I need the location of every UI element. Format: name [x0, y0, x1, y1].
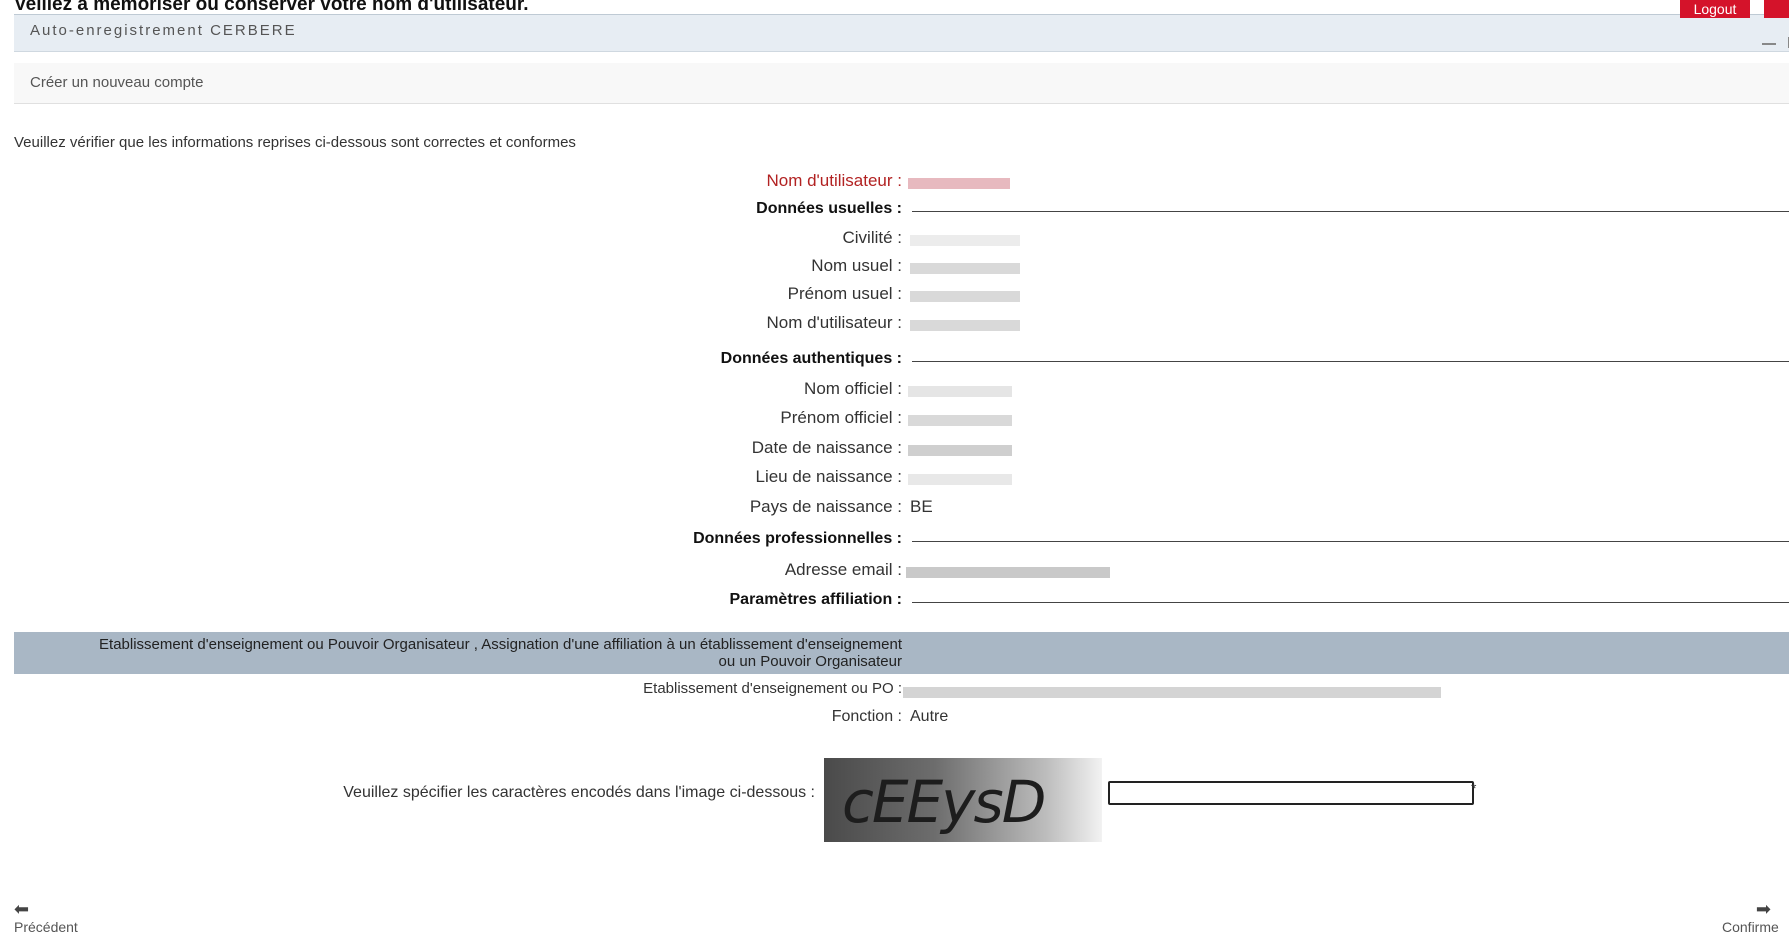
close-app-button[interactable]	[1764, 0, 1789, 18]
section-affiliation: Paramètres affiliation :	[0, 591, 1789, 617]
redacted-value	[908, 386, 1012, 397]
field-birth-date: Date de naissance :	[0, 438, 1789, 464]
field-label: Etablissement d'enseignement ou PO :	[643, 680, 902, 697]
redacted-value	[910, 320, 1020, 331]
captcha-input[interactable]	[1108, 781, 1474, 805]
redacted-value	[910, 235, 1020, 246]
redacted-value	[910, 291, 1020, 302]
field-birth-country: Pays de naissance : BE	[0, 497, 1789, 523]
section-authentic: Données authentiques :	[0, 350, 1789, 376]
field-label: Nom officiel :	[804, 379, 902, 398]
redacted-value	[903, 687, 1441, 698]
field-usual-firstname: Prénom usuel :	[0, 284, 1789, 310]
app-title: Auto-enregistrement CERBERE	[30, 22, 297, 39]
section-professional: Données professionnelles :	[0, 530, 1789, 556]
field-label: Date de naissance :	[751, 438, 902, 457]
birth-country-value: BE	[910, 497, 933, 516]
field-official-lastname: Nom officiel :	[0, 379, 1789, 405]
field-email: Adresse email :	[0, 560, 1789, 586]
username-row: Nom d'utilisateur :	[0, 171, 1789, 197]
field-label: Lieu de naissance :	[755, 467, 903, 486]
previous-label: Précédent	[14, 919, 78, 935]
breadcrumb-text: Créer un nouveau compte	[30, 74, 204, 91]
section-divider	[912, 541, 1789, 542]
section-usual-title: Données usuelles :	[756, 200, 902, 217]
redacted-value	[908, 445, 1012, 456]
affiliation-band-text: Etablissement d'enseignement ou Pouvoir …	[99, 636, 902, 670]
arrow-left-icon: ⬅	[14, 899, 30, 919]
instruction-text: Veuillez vérifier que les informations r…	[14, 134, 576, 151]
field-label: Nom usuel :	[811, 256, 902, 275]
affiliation-band: Etablissement d'enseignement ou Pouvoir …	[14, 632, 1789, 674]
section-divider	[912, 211, 1789, 212]
previous-button[interactable]: ⬅ Précédent	[14, 900, 94, 936]
field-establishment: Etablissement d'enseignement ou PO :	[0, 680, 1789, 706]
field-label: Pays de naissance :	[749, 497, 902, 516]
field-label: Prénom officiel :	[780, 408, 902, 427]
captcha-image: cEEysD	[824, 758, 1102, 842]
section-authentic-title: Données authentiques :	[720, 350, 902, 367]
field-function: Fonction : Autre	[0, 708, 1789, 734]
redacted-value	[908, 415, 1012, 426]
app-header: Auto-enregistrement CERBERE	[14, 14, 1789, 52]
section-usual: Données usuelles :	[0, 200, 1789, 226]
field-label: Adresse email :	[784, 560, 902, 579]
confirm-label: Confirme	[1722, 919, 1779, 935]
section-professional-title: Données professionnelles :	[693, 530, 902, 547]
captcha-image-text: cEEysD	[842, 768, 1046, 836]
breadcrumb: Créer un nouveau compte	[14, 63, 1789, 104]
section-divider	[912, 361, 1789, 362]
field-label: Nom d'utilisateur :	[766, 313, 902, 332]
field-usual-username: Nom d'utilisateur :	[0, 313, 1789, 339]
field-official-firstname: Prénom officiel :	[0, 408, 1789, 434]
field-label: Civilité :	[842, 228, 902, 247]
redacted-value	[908, 474, 1012, 485]
username-redacted-value	[908, 178, 1010, 189]
minimize-icon[interactable]	[1762, 43, 1776, 45]
redacted-value	[906, 567, 1110, 578]
function-value: Autre	[910, 708, 949, 725]
field-label: Prénom usuel :	[787, 284, 902, 303]
username-label: Nom d'utilisateur :	[766, 171, 902, 190]
captcha-label: Veuillez spécifier les caractères encodé…	[343, 784, 815, 801]
arrow-right-icon: ➡	[1755, 899, 1771, 919]
section-divider	[912, 602, 1789, 603]
redacted-value	[910, 263, 1020, 274]
field-usual-lastname: Nom usuel :	[0, 256, 1789, 282]
field-birth-place: Lieu de naissance :	[0, 467, 1789, 493]
required-marker: *	[1471, 780, 1477, 796]
logout-button[interactable]: Logout	[1680, 0, 1750, 18]
field-civility: Civilité :	[0, 228, 1789, 254]
field-label: Fonction :	[831, 708, 902, 725]
section-affiliation-title: Paramètres affiliation :	[729, 591, 903, 608]
confirm-button[interactable]: ➡ Confirme	[1722, 900, 1789, 936]
